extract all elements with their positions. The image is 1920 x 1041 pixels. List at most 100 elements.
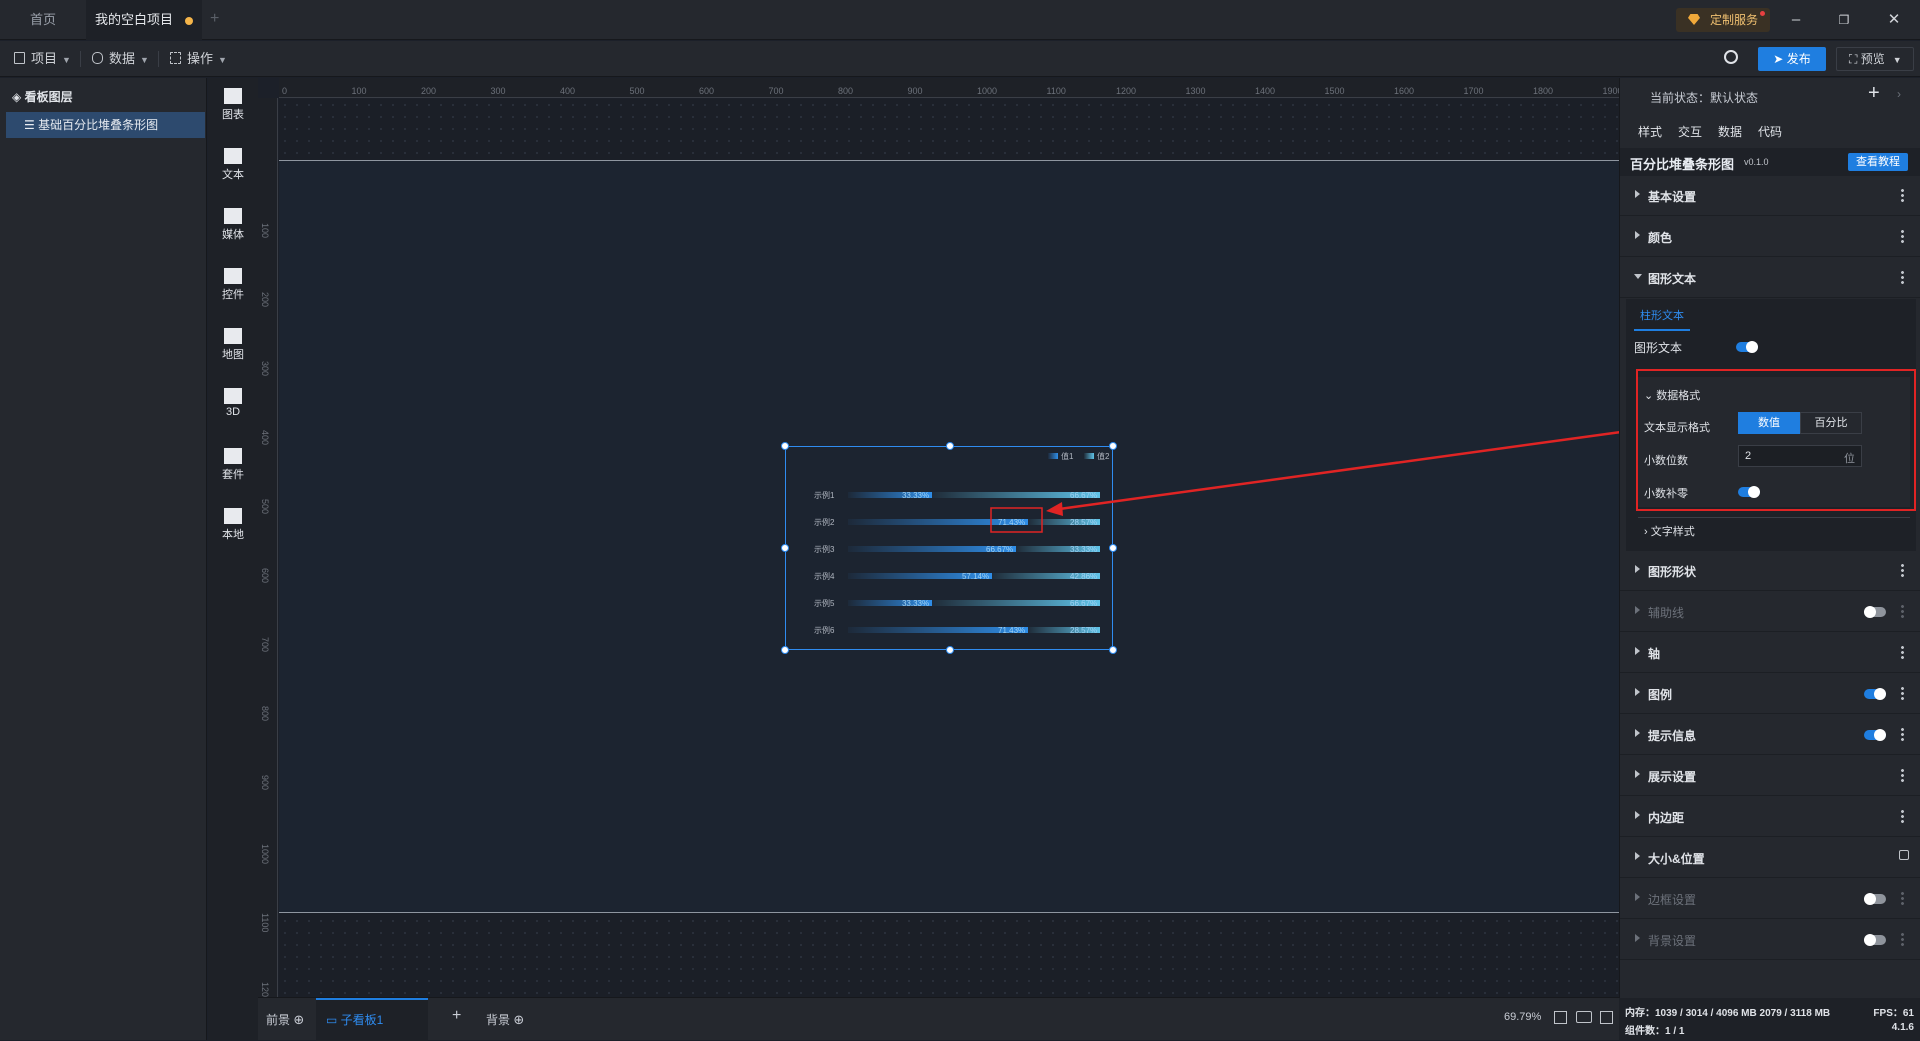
fit-screen-icon[interactable] <box>1554 1011 1567 1024</box>
section-basic[interactable]: 基本设置 <box>1620 176 1920 216</box>
ruler-tick-label: 1000 <box>977 86 998 96</box>
publish-button[interactable]: ➤ 发布 <box>1758 47 1826 71</box>
keyboard-icon[interactable] <box>1576 1011 1592 1023</box>
section-row[interactable]: 边框设置 <box>1620 879 1920 919</box>
resize-handle[interactable] <box>1109 442 1117 450</box>
more-icon[interactable] <box>1901 645 1904 659</box>
tab-foreground-label: 前景 <box>266 1013 291 1027</box>
tool-icon <box>224 268 242 284</box>
text-style-header[interactable]: › 文字样式 <box>1638 517 1910 545</box>
section-toggle[interactable] <box>1864 606 1886 618</box>
more-icon[interactable] <box>1901 229 1904 243</box>
tab-project-label: 我的空白项目 <box>94 12 173 27</box>
tab-home[interactable]: 首页 <box>0 0 86 40</box>
section-row[interactable]: 大小&位置 <box>1620 838 1920 878</box>
add-board-icon[interactable]: + <box>452 1007 461 1025</box>
section-color[interactable]: 颜色 <box>1620 217 1920 257</box>
menu-data[interactable]: 数据 ▼ <box>92 50 149 68</box>
search-icon[interactable] <box>1724 50 1738 64</box>
tab-project[interactable]: 我的空白项目 <box>86 0 202 40</box>
tool-item[interactable]: 3D <box>208 388 258 418</box>
ruler-tick-label: 1800 <box>1533 86 1554 96</box>
section-row[interactable]: 展示设置 <box>1620 756 1920 796</box>
more-icon[interactable] <box>1901 768 1904 782</box>
resize-handle[interactable] <box>946 442 954 450</box>
component-count: 组件数：1 / 1 <box>1625 1026 1685 1037</box>
tab-style[interactable]: 样式 <box>1638 123 1663 150</box>
section-row[interactable]: 轴 <box>1620 633 1920 673</box>
section-toggle[interactable] <box>1864 729 1886 741</box>
more-icon[interactable] <box>1901 270 1904 284</box>
tool-icon <box>224 508 242 524</box>
lock-icon[interactable] <box>1899 850 1909 860</box>
tab-background[interactable]: 背景 ⊕ <box>486 1011 524 1028</box>
section-row[interactable]: 图形形状 <box>1620 551 1920 591</box>
tab-bar-text[interactable]: 柱形文本 <box>1634 307 1690 331</box>
custom-service-button[interactable]: 定制服务 <box>1676 8 1770 32</box>
memory-status: 内存：1039 / 3014 / 4096 MB 2079 / 3118 MB <box>1625 1008 1831 1019</box>
close-icon[interactable]: ✕ <box>1884 10 1904 30</box>
resize-handle[interactable] <box>1109 544 1117 552</box>
more-icon[interactable] <box>1901 809 1904 823</box>
resize-handle[interactable] <box>781 544 789 552</box>
section-row[interactable]: 辅助线 <box>1620 592 1920 632</box>
menu-project[interactable]: 项目 ▼ <box>14 50 71 68</box>
tool-item[interactable]: 地图 <box>208 328 258 362</box>
more-icon[interactable] <box>1901 932 1904 946</box>
layer-item[interactable]: ☰ 基础百分比堆叠条形图 <box>6 112 205 138</box>
section-label: 图例 <box>1648 688 1673 702</box>
category-label: 示例6 <box>814 625 835 635</box>
divider <box>80 51 81 67</box>
ruler-tick-label: 400 <box>260 430 270 446</box>
chevron-right-icon[interactable]: › <box>1897 87 1901 101</box>
more-icon[interactable] <box>1901 604 1904 618</box>
database-icon <box>92 52 103 64</box>
section-toggle[interactable] <box>1864 934 1886 946</box>
section-row[interactable]: 图例 <box>1620 674 1920 714</box>
more-icon[interactable] <box>1901 188 1904 202</box>
tool-item[interactable]: 图表 <box>208 88 258 122</box>
tool-item[interactable]: 控件 <box>208 268 258 302</box>
section-toggle[interactable] <box>1864 688 1886 700</box>
caret-right-icon <box>1635 811 1640 819</box>
resize-handle[interactable] <box>781 442 789 450</box>
menu-operation[interactable]: 操作 ▼ <box>170 50 227 68</box>
tool-label: 地图 <box>222 349 244 361</box>
tab-data[interactable]: 数据 <box>1718 123 1742 140</box>
tab-sub-board-label: 子看板1 <box>340 1013 384 1027</box>
zoom-level[interactable]: 69.79% <box>1504 1011 1541 1023</box>
more-icon[interactable] <box>1901 686 1904 700</box>
more-icon[interactable] <box>1901 563 1904 577</box>
tool-item[interactable]: 本地 <box>208 508 258 542</box>
shape-text-toggle[interactable] <box>1736 341 1758 353</box>
more-icon[interactable] <box>1901 727 1904 741</box>
tab-interaction[interactable]: 交互 <box>1678 123 1702 140</box>
section-row[interactable]: 提示信息 <box>1620 715 1920 755</box>
minimize-icon[interactable]: – <box>1786 10 1806 30</box>
chart-component[interactable]: 值1 值2 示例1 33.33% 66.67% 示例2 71.43% 28.57% 示例3 66.… <box>781 442 1117 654</box>
menu-data-label: 数据 <box>109 51 136 66</box>
status-bar: 内存：1039 / 3014 / 4096 MB 2079 / 3118 MB … <box>1619 998 1920 1040</box>
preview-button[interactable]: ⛶ 预览 ▼ <box>1836 47 1914 71</box>
tool-item[interactable]: 套件 <box>208 448 258 482</box>
section-shape-text[interactable]: 图形文本 <box>1620 258 1920 298</box>
more-icon[interactable] <box>1901 891 1904 905</box>
title-bar: 首页 我的空白项目 + 定制服务 – ❐ ✕ <box>0 0 1920 40</box>
tutorial-button[interactable]: 查看教程 <box>1848 153 1908 171</box>
notification-dot-icon <box>1760 11 1765 16</box>
add-tab-icon[interactable]: + <box>210 10 219 28</box>
terminal-icon[interactable] <box>1600 1011 1613 1024</box>
add-state-icon[interactable]: + <box>1868 82 1880 105</box>
resize-handle[interactable] <box>1109 646 1117 654</box>
resize-handle[interactable] <box>946 646 954 654</box>
tool-item[interactable]: 文本 <box>208 148 258 182</box>
resize-handle[interactable] <box>781 646 789 654</box>
tab-sub-board[interactable]: ▭ 子看板1 <box>316 998 428 1041</box>
restore-icon[interactable]: ❐ <box>1834 10 1854 30</box>
tab-code[interactable]: 代码 <box>1758 123 1782 140</box>
section-row[interactable]: 内边距 <box>1620 797 1920 837</box>
section-row[interactable]: 背景设置 <box>1620 920 1920 960</box>
section-toggle[interactable] <box>1864 893 1886 905</box>
tool-item[interactable]: 媒体 <box>208 208 258 242</box>
tab-foreground[interactable]: 前景 ⊕ <box>266 1011 304 1028</box>
